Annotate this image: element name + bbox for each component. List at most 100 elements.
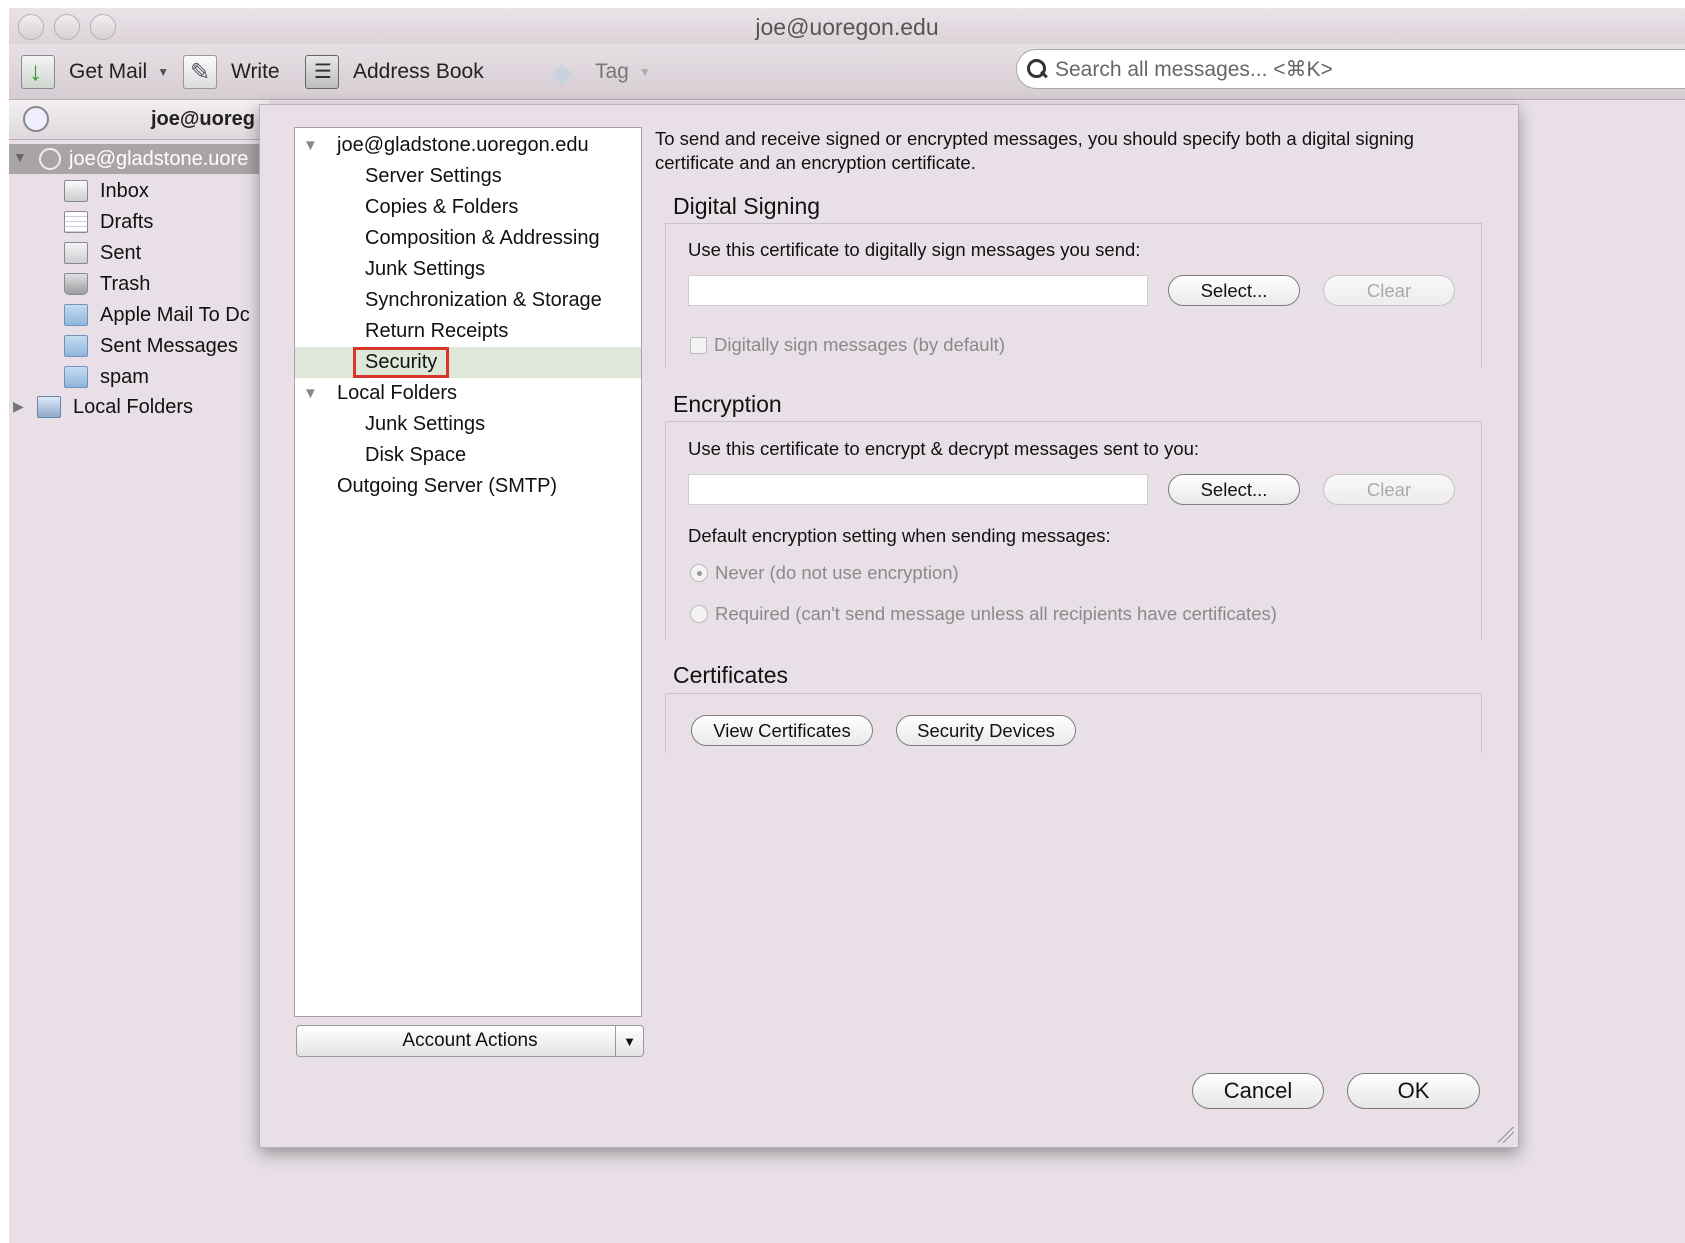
signing-cert-field[interactable] [688, 275, 1148, 306]
search-icon [1027, 59, 1047, 79]
expand-triangle-icon[interactable]: ▼ [13, 149, 27, 165]
signing-cert-label: Use this certificate to digitally sign m… [688, 239, 1141, 260]
encryption-clear-button[interactable]: Clear [1323, 474, 1455, 505]
tree-item-return-receipts[interactable]: Return Receipts [295, 316, 641, 347]
local-folders-icon [37, 396, 61, 418]
encryption-heading: Encryption [673, 391, 782, 417]
encryption-never-label: Never (do not use encryption) [715, 562, 959, 583]
dropdown-arrow-icon: ▼ [615, 1026, 643, 1056]
folder-item-spam[interactable]: spam [64, 362, 149, 392]
address-book-label: Address Book [353, 60, 484, 83]
get-mail-icon [21, 55, 55, 89]
account-tab-label: joe@uoreg [151, 108, 255, 130]
resize-grip-icon[interactable] [1498, 1127, 1514, 1143]
tree-item-local-folders[interactable]: ▼ Local Folders [295, 378, 641, 409]
encryption-cert-label: Use this certificate to encrypt & decryp… [688, 438, 1200, 459]
write-label: Write [231, 60, 280, 83]
radio-dot[interactable] [690, 605, 708, 623]
trash-icon [64, 273, 88, 295]
tree-item-local-junk-settings[interactable]: Junk Settings [295, 409, 641, 440]
security-devices-button[interactable]: Security Devices [896, 715, 1076, 746]
folder-label: Apple Mail To Dc [100, 303, 250, 326]
title-bar: joe@uoregon.edu [9, 8, 1685, 44]
security-highlight-box: Security [353, 347, 450, 378]
folder-label: Local Folders [73, 395, 194, 418]
tree-item-outgoing-server[interactable]: Outgoing Server (SMTP) [295, 471, 641, 502]
account-icon [39, 148, 61, 170]
expand-triangle-icon[interactable]: ▶ [13, 398, 24, 415]
tree-item-disk-space[interactable]: Disk Space [295, 440, 641, 471]
tag-label: Tag [595, 60, 629, 83]
tree-item-composition[interactable]: Composition & Addressing [295, 223, 641, 254]
sent-icon [64, 242, 88, 264]
encryption-required-radio[interactable]: Required (can't send message unless all … [690, 603, 1277, 625]
write-icon [183, 55, 217, 89]
folder-item-local-folders[interactable]: Local Folders [37, 392, 193, 422]
signing-clear-button[interactable]: Clear [1323, 275, 1455, 306]
tree-label: Copies & Folders [365, 196, 519, 218]
checkbox-box[interactable] [690, 336, 707, 354]
default-encryption-label: Default encryption setting when sending … [688, 525, 1111, 546]
folder-label: Sent [100, 241, 142, 264]
tree-item-copies-folders[interactable]: Copies & Folders [295, 192, 641, 223]
tree-label: Server Settings [365, 165, 502, 187]
tree-label: Synchronization & Storage [365, 289, 602, 311]
tag-icon [547, 55, 581, 89]
get-mail-dropdown-icon[interactable]: ▼ [157, 65, 169, 79]
account-actions-dropdown[interactable]: Account Actions ▼ [296, 1025, 644, 1057]
digitally-sign-label: Digitally sign messages (by default) [714, 334, 1005, 355]
address-book-icon [305, 55, 339, 89]
tree-item-security[interactable]: Security [295, 347, 641, 378]
folder-item-trash[interactable]: Trash [64, 269, 150, 299]
folder-icon [64, 366, 88, 388]
search-input[interactable]: Search all messages... <⌘K> [1016, 49, 1685, 89]
tree-item-account[interactable]: ▼ joe@gladstone.uoregon.edu [295, 130, 641, 161]
window-title: joe@uoregon.edu [755, 14, 939, 40]
encryption-cert-field[interactable] [688, 474, 1148, 505]
encryption-never-radio[interactable]: Never (do not use encryption) [690, 562, 959, 584]
tree-label: Return Receipts [365, 320, 509, 342]
folder-item-sent[interactable]: Sent [64, 238, 141, 268]
certificates-heading: Certificates [673, 662, 789, 688]
folder-account-label: joe@gladstone.uore [69, 147, 249, 170]
tree-item-synchronization[interactable]: Synchronization & Storage [295, 285, 641, 316]
tree-label: Security [365, 351, 438, 373]
tree-item-junk-settings[interactable]: Junk Settings [295, 254, 641, 285]
folder-label: Trash [100, 272, 151, 295]
folder-label: Sent Messages [100, 334, 238, 357]
digitally-sign-checkbox[interactable]: Digitally sign messages (by default) [690, 334, 1005, 356]
folder-item-drafts[interactable]: Drafts [64, 207, 153, 237]
folder-label: Drafts [100, 210, 154, 233]
tree-item-server-settings[interactable]: Server Settings [295, 161, 641, 192]
collapse-triangle-icon[interactable]: ▼ [303, 385, 318, 402]
ok-button[interactable]: OK [1347, 1073, 1480, 1109]
account-tab-icon [23, 106, 49, 132]
drafts-icon [64, 211, 88, 233]
collapse-triangle-icon[interactable]: ▼ [303, 137, 318, 154]
tag-button[interactable]: Tag ▼ [547, 54, 651, 90]
get-mail-button[interactable]: Get Mail ▼ [21, 54, 169, 90]
account-settings-dialog: ▼ joe@gladstone.uoregon.edu Server Setti… [259, 104, 1519, 1148]
encryption-select-button[interactable]: Select... [1168, 474, 1300, 505]
signing-select-button[interactable]: Select... [1168, 275, 1300, 306]
tree-label: Local Folders [337, 382, 458, 404]
tree-label: joe@gladstone.uoregon.edu [337, 134, 589, 156]
cancel-button[interactable]: Cancel [1192, 1073, 1324, 1109]
tab-account[interactable]: joe@uoreg [9, 100, 269, 140]
folder-account-row[interactable]: ▼ joe@gladstone.uore [9, 144, 269, 174]
folder-item-apple-mail[interactable]: Apple Mail To Dc [64, 300, 250, 330]
tree-label: Outgoing Server (SMTP) [337, 475, 558, 497]
folder-label: spam [100, 365, 149, 388]
folder-icon [64, 304, 88, 326]
security-intro-text: To send and receive signed or encrypted … [655, 128, 1414, 173]
tree-label: Disk Space [365, 444, 467, 466]
folder-item-inbox[interactable]: Inbox [64, 176, 149, 206]
radio-dot[interactable] [690, 564, 708, 582]
get-mail-label: Get Mail [69, 60, 148, 83]
view-certificates-button[interactable]: View Certificates [691, 715, 873, 746]
tree-label: Junk Settings [365, 413, 486, 435]
folder-item-sent-messages[interactable]: Sent Messages [64, 331, 238, 361]
main-toolbar: Get Mail ▼ Write Address Book Tag ▼ Sear… [9, 44, 1685, 100]
write-button[interactable]: Write [183, 54, 280, 90]
address-book-button[interactable]: Address Book [305, 54, 484, 90]
